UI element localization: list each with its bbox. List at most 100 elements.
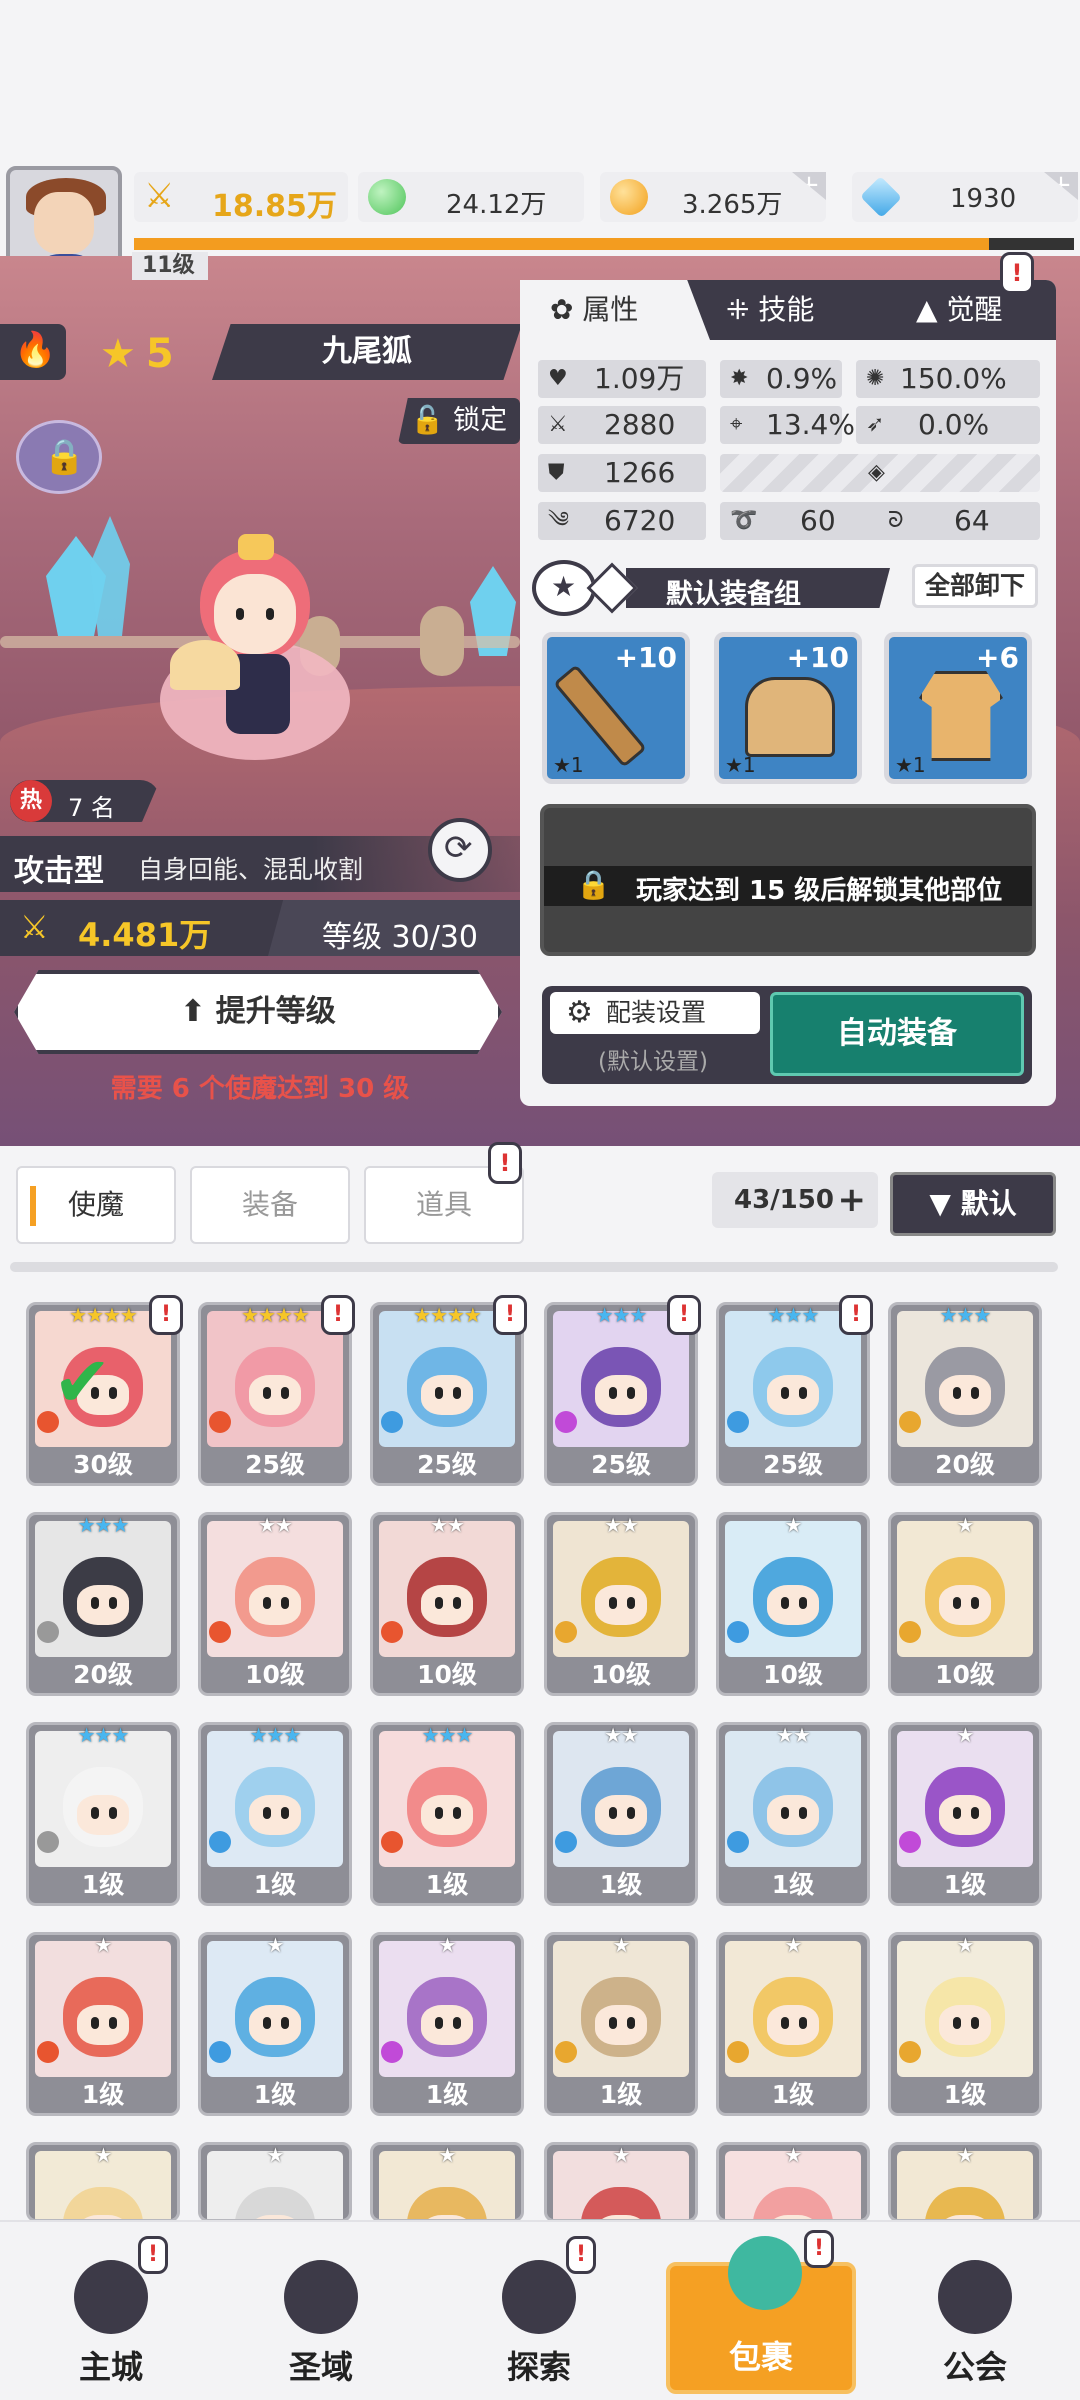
familiar-card[interactable]: ★ 10级 (716, 1512, 870, 1696)
tab-familiars[interactable]: 使魔 (16, 1166, 176, 1244)
familiar-card[interactable]: ★★★ 1级 (370, 1722, 524, 1906)
jade-resource[interactable]: 24.12万 (358, 172, 584, 222)
familiar-card[interactable]: ★★★ 25级! (544, 1295, 701, 1486)
familiar-character (581, 2187, 661, 2219)
familiar-character (63, 1767, 143, 1847)
familiar-card[interactable]: ★★ 10级 (370, 1512, 524, 1696)
familiar-card[interactable]: ★★ 10级 (544, 1512, 698, 1696)
hero-skill-desc: 自身回能、混乱收割 (138, 855, 364, 884)
familiar-card[interactable]: ★ (198, 2142, 352, 2222)
star-rating: ★ (784, 1513, 803, 1537)
stat-speed: ༄ 6720 (538, 502, 706, 540)
familiar-card[interactable]: ★★★ 20级 (888, 1302, 1042, 1486)
vortex-icon (284, 2260, 358, 2334)
tab-skills[interactable]: ⁜ 技能 (726, 280, 876, 340)
familiar-card[interactable]: ★ (716, 2142, 870, 2222)
familiar-card[interactable]: ★ 1级 (888, 1932, 1042, 2116)
nav-guild[interactable]: 公会 (900, 2230, 1050, 2400)
star-rating: ★ (956, 2143, 975, 2167)
nav-label: 包裹 (728, 2338, 793, 2376)
plus-icon[interactable]: + (838, 1172, 867, 1228)
nav-vortex[interactable]: 圣域 (246, 2230, 396, 2400)
auto-equip-button[interactable]: 自动装备 (770, 992, 1024, 1076)
familiar-character (235, 1977, 315, 2057)
familiar-card[interactable]: ★★★ 1级 (198, 1722, 352, 1906)
familiar-level: 1级 (81, 2080, 125, 2109)
familiar-card[interactable]: ★★★ 20级 (26, 1512, 180, 1696)
equip-slot-weapon[interactable]: +10 ★1 (542, 632, 690, 784)
sort-dropdown[interactable]: ▼ 默认 (890, 1172, 1056, 1236)
familiar-card[interactable]: ★ 1级 (198, 1932, 352, 2116)
element-icon (381, 1831, 403, 1853)
familiar-character (407, 2187, 487, 2219)
familiar-card[interactable]: ★ 1级 (716, 1932, 870, 2116)
familiar-card[interactable]: ★★ 10级 (198, 1512, 352, 1696)
nav-bag[interactable]: 包裹! (666, 2230, 856, 2394)
hero-character-nine-tailed-fox[interactable] (140, 530, 370, 780)
familiar-card[interactable]: ★ (26, 2142, 180, 2222)
familiar-level: 10级 (591, 1660, 651, 1689)
familiar-card[interactable]: ★ (888, 2142, 1042, 2222)
element-icon (899, 1621, 921, 1643)
familiar-card[interactable]: ★ 1级 (370, 1932, 524, 2116)
familiar-card[interactable]: ★★★ 25级! (716, 1295, 873, 1486)
scrollbar[interactable] (10, 1262, 1058, 1272)
element-icon (555, 1621, 577, 1643)
familiar-card[interactable]: ★★ 1级 (544, 1722, 698, 1906)
familiar-card[interactable]: ★ 10级 (888, 1512, 1042, 1696)
element-icon (727, 1831, 749, 1853)
helmet-icon (745, 677, 835, 757)
familiar-card[interactable]: ★ 1级 (26, 1932, 180, 2116)
star-rating: ★ (956, 1723, 975, 1747)
padlock-icon: 🔓 (410, 405, 445, 436)
add-gold-button[interactable]: + (792, 172, 826, 200)
nav-castle[interactable]: 主城! (36, 2230, 186, 2400)
lock-hero-button[interactable]: 🔓 锁定 (398, 398, 520, 444)
hero-power-bar: ⚔ 4.481万 等级 30/30 (0, 900, 520, 956)
unequip-all-button[interactable]: 全部卸下 (912, 564, 1038, 608)
add-diamond-button[interactable]: + (1044, 172, 1078, 200)
familiar-card[interactable]: ★★★★ 25级! (198, 1295, 355, 1486)
tab-equipment[interactable]: 装备 (190, 1166, 350, 1244)
tab-attributes[interactable]: ✿ 属性 (520, 280, 710, 340)
equip-slot-armor[interactable]: +6 ★1 (884, 632, 1032, 784)
upgrade-level-button[interactable]: ⬆ 提升等级 (14, 970, 502, 1054)
familiar-card[interactable]: ★★★★ 25级! (370, 1295, 527, 1486)
panel-tabs: ✿ 属性 ⁜ 技能 ▲ 觉醒 (520, 280, 1056, 340)
popularity-rank: 热 7 名 (10, 780, 160, 822)
familiar-character (581, 1767, 661, 1847)
familiar-level: 25级 (591, 1450, 651, 1479)
familiar-character (753, 1557, 833, 1637)
equip-slot-helmet[interactable]: +10 ★1 (714, 632, 862, 784)
nav-sword-stone[interactable]: 探索! (464, 2230, 614, 2400)
star-rating: ★ (94, 2143, 113, 2167)
gold-resource[interactable]: 3.265万 + (600, 172, 826, 222)
swap-skin-button[interactable]: ⟳ (428, 818, 492, 882)
shield-icon: ⛊ (548, 460, 565, 485)
alert-icon: ! (804, 2230, 834, 2268)
familiar-character (925, 1347, 1005, 1427)
familiar-level: 1级 (943, 1870, 987, 1899)
familiar-card[interactable]: ★ 1级 (888, 1722, 1042, 1906)
skin-lock-icon[interactable]: 🔒 (16, 420, 102, 494)
loadout-settings-button[interactable]: ⚙ 配装设置 (550, 992, 760, 1034)
stat-hp: ♥ 1.09万 (538, 360, 706, 398)
gold-coin-icon (610, 179, 648, 215)
loadout-default-label: (默认设置) (598, 1049, 708, 1075)
familiar-card[interactable]: ★★ 1级 (716, 1722, 870, 1906)
arrow-up-icon: ⬆ (180, 994, 206, 1029)
diamond-resource[interactable]: 1930 + (852, 172, 1078, 222)
element-icon (555, 1831, 577, 1853)
element-icon (381, 2041, 403, 2063)
familiar-card[interactable]: ★ (544, 2142, 698, 2222)
element-icon (381, 1621, 403, 1643)
locked-equipment-slots: 🔒 玩家达到 15 级后解锁其他部位 (540, 804, 1036, 956)
familiar-card[interactable]: ★ (370, 2142, 524, 2222)
familiar-level: 10级 (763, 1660, 823, 1689)
set-selector[interactable]: 默认装备组 (626, 568, 890, 608)
familiar-card[interactable]: ★★★ 1级 (26, 1722, 180, 1906)
familiar-character (581, 1347, 661, 1427)
familiar-card[interactable]: ✔ ★★★★ 30级! (26, 1295, 183, 1486)
stat-hit: ⌖ 13.4% (720, 406, 855, 444)
familiar-card[interactable]: ★ 1级 (544, 1932, 698, 2116)
